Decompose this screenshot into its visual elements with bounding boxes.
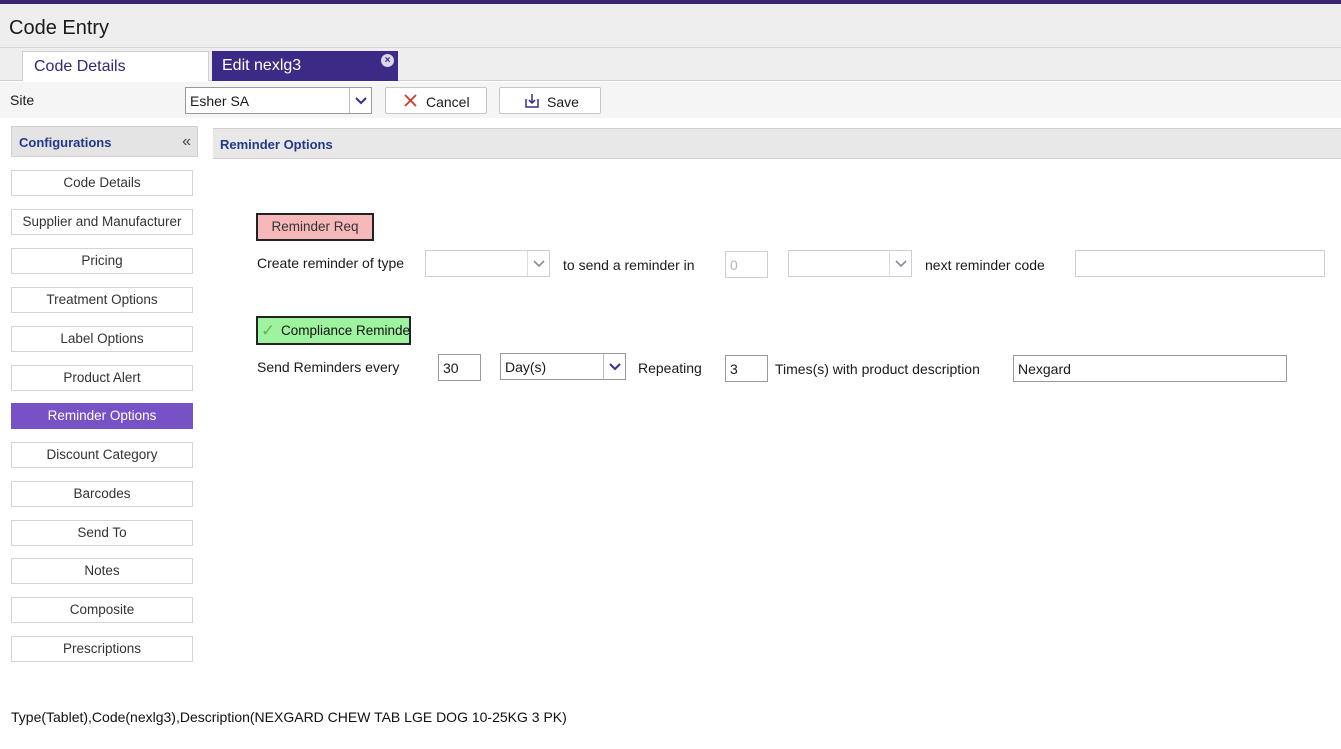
compliance-reminder-label: Compliance Reminder xyxy=(281,323,411,338)
app-title: Code Entry xyxy=(9,17,110,39)
repeating-label: Repeating xyxy=(638,360,702,376)
every-value-input[interactable]: 30 xyxy=(438,354,481,381)
cancel-button[interactable]: Cancel xyxy=(385,87,487,114)
tab-code-details-label: Code Details xyxy=(34,58,126,75)
save-button-label: Save xyxy=(547,94,579,110)
checkmark-icon: ✓ xyxy=(261,321,276,340)
sidebar-item-code-details[interactable]: Code Details xyxy=(11,170,193,196)
chevron-down-icon[interactable] xyxy=(889,251,911,276)
create-reminder-label: Create reminder of type xyxy=(257,255,405,271)
save-button[interactable]: Save xyxy=(499,87,601,114)
collapse-icon[interactable]: « xyxy=(182,133,191,151)
sidebar-item-label: Discount Category xyxy=(46,447,158,462)
sidebar-item-label: Notes xyxy=(84,563,120,578)
sidebar-item-discount-category[interactable]: Discount Category xyxy=(11,442,193,468)
sidebar-item-treatment-options[interactable]: Treatment Options xyxy=(11,287,193,313)
send-every-label: Send Reminders every xyxy=(257,359,400,375)
sidebar-item-label: Prescriptions xyxy=(62,641,142,656)
title-bar: Code Entry xyxy=(0,4,1341,48)
compliance-reminder-button[interactable]: ✓ Compliance Reminder xyxy=(256,316,411,345)
section-title: Reminder Options xyxy=(220,137,333,152)
site-select-value: Esher SA xyxy=(190,93,250,109)
reminder-req-label: Reminder Req xyxy=(271,219,359,234)
sidebar-item-supplier-manufacturer[interactable]: Supplier and Manufacturer xyxy=(11,209,193,235)
sidebar-item-pricing[interactable]: Pricing xyxy=(11,248,193,274)
site-toolbar: Site Esher SA Cancel Save xyxy=(0,82,1341,118)
chevron-down-icon[interactable] xyxy=(603,354,625,379)
site-label: Site xyxy=(10,92,35,108)
sidebar-header: Configurations « xyxy=(11,126,198,157)
reminder-type-select[interactable] xyxy=(425,250,550,277)
sidebar-item-label: Pricing xyxy=(81,253,123,268)
sidebar-item-product-alert[interactable]: Product Alert xyxy=(11,365,193,391)
next-reminder-code-input[interactable] xyxy=(1075,250,1325,277)
next-reminder-code-label: next reminder code xyxy=(925,257,1045,273)
tab-edit[interactable]: Edit nexlg3 × xyxy=(212,51,398,81)
sidebar-title: Configurations xyxy=(19,135,112,150)
save-icon xyxy=(524,93,540,112)
tab-edit-label: Edit nexlg3 xyxy=(222,57,302,74)
every-unit-select[interactable]: Day(s) xyxy=(500,353,626,380)
sidebar-item-label-options[interactable]: Label Options xyxy=(11,326,193,352)
cancel-button-label: Cancel xyxy=(426,94,470,110)
chevron-down-icon[interactable] xyxy=(349,88,371,113)
close-icon xyxy=(404,94,417,110)
sidebar-item-notes[interactable]: Notes xyxy=(11,558,193,584)
sidebar-item-barcodes[interactable]: Barcodes xyxy=(11,481,193,507)
sidebar-item-composite[interactable]: Composite xyxy=(11,597,193,623)
section-header: Reminder Options xyxy=(213,128,1341,159)
send-in-unit-select[interactable] xyxy=(788,250,912,277)
sidebar-item-reminder-options[interactable]: Reminder Options xyxy=(11,403,193,429)
sidebar-item-label: Send To xyxy=(77,525,127,540)
repeat-count-input[interactable]: 3 xyxy=(725,355,768,382)
tab-code-details[interactable]: Code Details xyxy=(22,51,209,81)
sidebar-item-label: Barcodes xyxy=(73,486,131,501)
sidebar-item-label: Code Details xyxy=(63,175,141,190)
times-label: Times(s) with product description xyxy=(775,361,980,377)
product-description-input[interactable]: Nexgard xyxy=(1013,355,1287,382)
status-footer: Type(Tablet),Code(nexlg3),Description(NE… xyxy=(11,709,567,725)
send-in-input[interactable]: 0 xyxy=(725,251,768,278)
sidebar-item-label: Label Options xyxy=(60,331,144,346)
tab-strip: Code Details Edit nexlg3 × xyxy=(0,48,1341,81)
site-select[interactable]: Esher SA xyxy=(185,87,372,114)
every-unit-value: Day(s) xyxy=(505,359,547,375)
close-icon[interactable]: × xyxy=(381,54,394,67)
sidebar-item-label: Composite xyxy=(69,602,135,617)
sidebar-item-label: Supplier and Manufacturer xyxy=(22,214,182,229)
sidebar-item-label: Product Alert xyxy=(63,370,141,385)
chevron-down-icon[interactable] xyxy=(527,251,549,276)
send-reminder-in-label: to send a reminder in xyxy=(563,257,695,273)
sidebar-item-label: Reminder Options xyxy=(47,408,157,423)
reminder-req-button[interactable]: Reminder Req xyxy=(256,213,374,241)
sidebar-item-label: Treatment Options xyxy=(46,292,158,307)
sidebar-item-prescriptions[interactable]: Prescriptions xyxy=(11,636,193,662)
sidebar-item-send-to[interactable]: Send To xyxy=(11,520,193,546)
